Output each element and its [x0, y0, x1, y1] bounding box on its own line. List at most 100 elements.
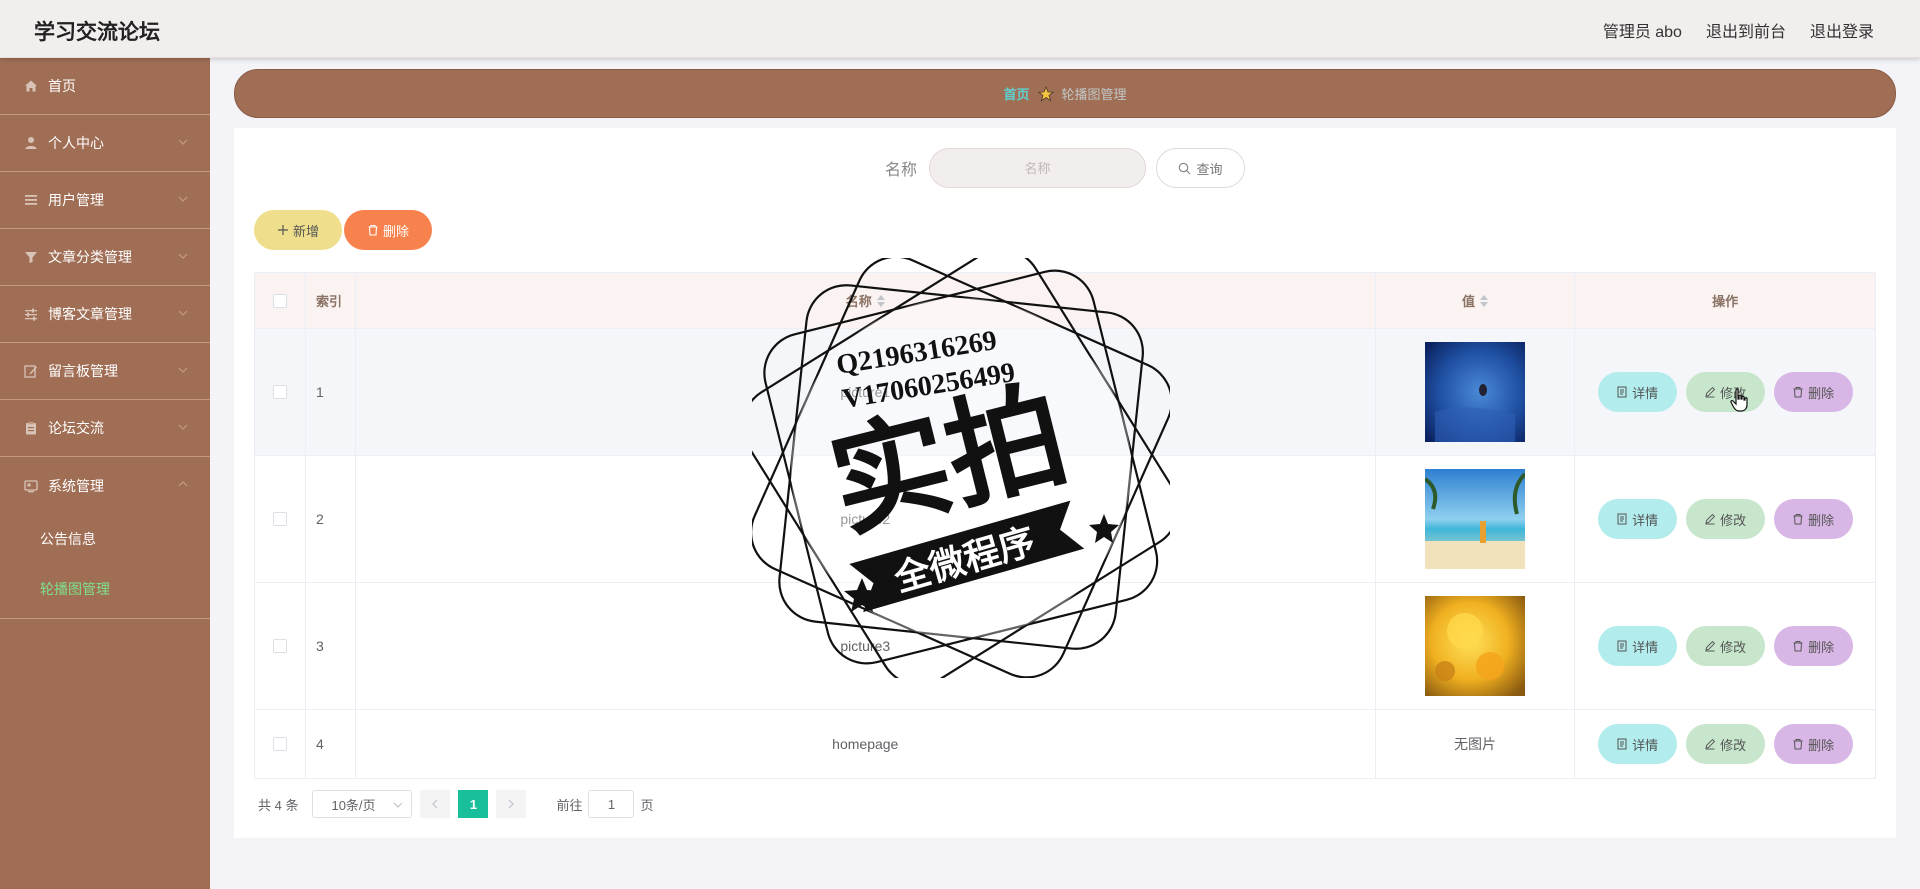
row-checkbox-cell	[255, 583, 306, 709]
breadcrumb-home[interactable]: 首页	[1003, 84, 1029, 103]
row-checkbox[interactable]	[272, 385, 287, 399]
delete-button[interactable]: 删除	[1773, 724, 1853, 764]
detail-label: 详情	[1632, 639, 1659, 655]
trash-icon	[368, 224, 378, 236]
edit-icon	[24, 364, 38, 378]
sidebar-subitem-carousel[interactable]: 轮播图管理	[0, 564, 210, 614]
goto-page-input[interactable]	[588, 790, 635, 818]
document-icon	[1617, 640, 1627, 652]
query-button[interactable]: 查询	[1156, 148, 1245, 188]
edit-button[interactable]: 修改	[1685, 626, 1765, 666]
edit-label: 修改	[1720, 639, 1747, 655]
chevron-right-icon	[509, 799, 515, 809]
row-checkbox[interactable]	[272, 639, 287, 653]
chevron-down-icon	[394, 802, 403, 808]
row-ops: 详情 修改 删除	[1575, 456, 1875, 582]
sidebar-item-home[interactable]: 首页	[0, 58, 210, 115]
top-header: 学习交流论坛 管理员 abo 退出到前台 退出登录	[0, 0, 1920, 58]
clipboard-icon	[24, 421, 38, 435]
search-row: 名称 查询	[234, 148, 1896, 188]
search-input[interactable]	[929, 148, 1146, 188]
logout-link[interactable]: 退出登录	[1810, 18, 1874, 42]
add-button[interactable]: 新增	[254, 210, 342, 250]
prev-page-button[interactable]	[420, 790, 451, 818]
sidebar-item-system[interactable]: 系统管理	[0, 457, 210, 514]
edit-button[interactable]: 修改	[1685, 499, 1765, 539]
detail-button[interactable]: 详情	[1597, 724, 1677, 764]
chevron-down-icon	[178, 310, 188, 316]
column-header-index: 索引	[306, 273, 356, 328]
chevron-down-icon	[178, 424, 188, 430]
breadcrumb: 首页 轮播图管理	[234, 69, 1896, 118]
action-row: 新增 删除	[254, 210, 432, 250]
next-page-button[interactable]	[496, 790, 527, 818]
row-checkbox-cell	[255, 329, 306, 455]
document-icon	[1617, 513, 1627, 525]
sidebar: 首页 个人中心 用户管理 文章分类管理 博客文章管理 留言板管理 论坛交流 系统…	[0, 58, 210, 889]
star-icon	[1037, 85, 1054, 102]
row-checkbox-cell	[255, 710, 306, 778]
sidebar-item-user-management[interactable]: 用户管理	[0, 172, 210, 229]
delete-button[interactable]: 删除	[1773, 499, 1853, 539]
delete-button[interactable]: 删除	[1773, 372, 1853, 412]
delete-label: 删除	[1808, 737, 1835, 753]
batch-delete-button[interactable]: 删除	[344, 210, 432, 250]
edit-button[interactable]: 修改	[1685, 372, 1765, 412]
edit-label: 修改	[1720, 737, 1747, 753]
detail-button[interactable]: 详情	[1597, 626, 1677, 666]
row-checkbox[interactable]	[272, 737, 287, 751]
pencil-icon	[1705, 386, 1716, 398]
sidebar-subitem-announcement[interactable]: 公告信息	[0, 514, 210, 564]
monitor-icon	[24, 479, 38, 493]
edit-label: 修改	[1720, 512, 1747, 528]
chevron-down-icon	[178, 196, 188, 202]
trash-icon	[1793, 514, 1803, 525]
sidebar-item-article-category[interactable]: 文章分类管理	[0, 229, 210, 286]
row-ops: 详情 修改 删除	[1575, 710, 1875, 778]
sliders-icon	[24, 307, 38, 321]
chevron-down-icon	[178, 367, 188, 373]
goto-suffix: 页	[640, 797, 654, 813]
document-icon	[1617, 738, 1627, 750]
trash-icon	[1793, 641, 1803, 652]
column-header-value[interactable]: 值	[1376, 273, 1576, 328]
search-icon	[1179, 162, 1191, 174]
sidebar-item-label: 个人中心	[48, 135, 104, 151]
search-label: 名称	[884, 162, 917, 179]
sidebar-item-message-board[interactable]: 留言板管理	[0, 343, 210, 400]
row-checkbox[interactable]	[272, 512, 287, 526]
sidebar-item-label: 系统管理	[48, 477, 104, 494]
row-ops: 详情 修改 删除	[1575, 583, 1875, 709]
sidebar-item-label: 用户管理	[48, 192, 104, 208]
sidebar-item-label: 论坛交流	[48, 420, 104, 436]
column-header-value-label: 值	[1461, 294, 1475, 309]
delete-button[interactable]: 删除	[1773, 626, 1853, 666]
select-all-checkbox[interactable]	[272, 293, 287, 308]
page-number-current[interactable]: 1	[458, 790, 489, 818]
sidebar-item-personal-center[interactable]: 个人中心	[0, 115, 210, 172]
breadcrumb-current: 轮播图管理	[1061, 87, 1127, 102]
edit-button[interactable]: 修改	[1685, 724, 1765, 764]
detail-label: 详情	[1632, 512, 1659, 528]
sidebar-item-forum[interactable]: 论坛交流	[0, 400, 210, 457]
goto-prefix: 前往	[556, 797, 583, 813]
back-to-front-link[interactable]: 退出到前台	[1706, 18, 1786, 42]
plus-icon	[277, 225, 288, 235]
chevron-left-icon	[432, 799, 438, 809]
delete-label: 删除	[1808, 385, 1835, 401]
detail-button[interactable]: 详情	[1597, 499, 1677, 539]
sidebar-item-label: 博客文章管理	[48, 306, 132, 322]
hand-cursor-icon	[1730, 388, 1748, 412]
detail-label: 详情	[1632, 385, 1659, 401]
sort-icon[interactable]	[1480, 294, 1488, 307]
watermark-stamp: Q2196316269 V17060256499 实拍 全微程序	[752, 258, 1170, 678]
column-header-ops: 操作	[1712, 294, 1739, 309]
page-size-select[interactable]: 10条/页	[312, 790, 413, 818]
row-value	[1376, 583, 1576, 709]
header-actions: 管理员 abo 退出到前台 退出登录	[1603, 18, 1874, 42]
sidebar-item-blog-article[interactable]: 博客文章管理	[0, 286, 210, 343]
funnel-icon	[24, 250, 38, 264]
detail-button[interactable]: 详情	[1597, 372, 1677, 412]
user-icon	[24, 136, 38, 150]
system-submenu: 公告信息 轮播图管理	[0, 514, 210, 619]
